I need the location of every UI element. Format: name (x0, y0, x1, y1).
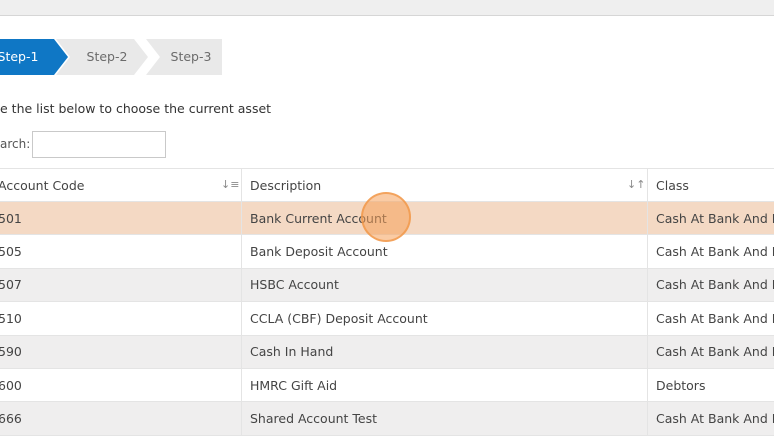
class-cell: Cash At Bank And In I (647, 202, 774, 235)
class-cell: Cash At Bank And In I (647, 302, 774, 335)
class-cell: Cash At Bank And In I (647, 235, 774, 268)
top-bar (0, 0, 774, 16)
table-row[interactable]: 507 HSBC Account Cash At Bank And In I (0, 268, 774, 303)
account-code-cell: 666 (0, 411, 22, 427)
description-cell: Bank Current Account (241, 202, 647, 235)
column-header-label: Account Code (0, 177, 85, 193)
sort-icon[interactable]: ↓↑ (627, 179, 645, 191)
column-header-description[interactable]: Description ↓↑ (241, 169, 647, 201)
sort-ascending-icon[interactable]: ↓≡ (221, 179, 239, 191)
class-cell: Debtors (647, 368, 774, 402)
description-cell: Shared Account Test (241, 402, 647, 435)
step-2-tab[interactable]: Step-2 (56, 39, 148, 75)
class-cell: Cash At Bank And In I (647, 335, 774, 368)
account-code-cell: 590 (0, 344, 22, 360)
wizard-steps: Step-1 Step-2 Step-3 (0, 39, 226, 75)
description-cell: Bank Deposit Account (241, 235, 647, 268)
description-cell: Cash In Hand (241, 335, 647, 368)
search-input[interactable] (32, 131, 166, 158)
column-header-label: Class (656, 177, 689, 193)
column-header-label: Description (250, 177, 322, 193)
table-row[interactable]: 600 HMRC Gift Aid Debtors (0, 368, 774, 403)
table-row[interactable]: 501 Bank Current Account Cash At Bank An… (0, 202, 774, 236)
account-code-cell: 505 (0, 244, 22, 260)
description-cell: CCLA (CBF) Deposit Account (241, 302, 647, 335)
step-3-tab[interactable]: Step-3 (146, 39, 222, 75)
table-header: Account Code ↓≡ Description ↓↑ Class (0, 168, 774, 202)
account-code-cell: 600 (0, 377, 22, 393)
search-label: arch: (0, 137, 31, 151)
account-code-cell: 510 (0, 310, 22, 326)
class-cell: Cash At Bank And In I (647, 268, 774, 302)
instruction-text: e the list below to choose the current a… (0, 101, 272, 116)
table-row[interactable]: 666 Shared Account Test Cash At Bank And… (0, 402, 774, 436)
column-header-class[interactable]: Class (647, 169, 774, 201)
column-header-account-code[interactable]: Account Code ↓≡ (0, 169, 241, 201)
class-cell: Cash At Bank And In I (647, 402, 774, 435)
table-row[interactable]: 510 CCLA (CBF) Deposit Account Cash At B… (0, 302, 774, 336)
description-cell: HMRC Gift Aid (241, 368, 647, 402)
account-code-cell: 501 (0, 210, 22, 226)
table-row[interactable]: 590 Cash In Hand Cash At Bank And In I (0, 335, 774, 369)
step-1-tab[interactable]: Step-1 (0, 39, 68, 75)
account-code-cell: 507 (0, 277, 22, 293)
account-table: Account Code ↓≡ Description ↓↑ Class 501… (0, 168, 774, 436)
table-row[interactable]: 505 Bank Deposit Account Cash At Bank An… (0, 235, 774, 269)
description-cell: HSBC Account (241, 268, 647, 302)
